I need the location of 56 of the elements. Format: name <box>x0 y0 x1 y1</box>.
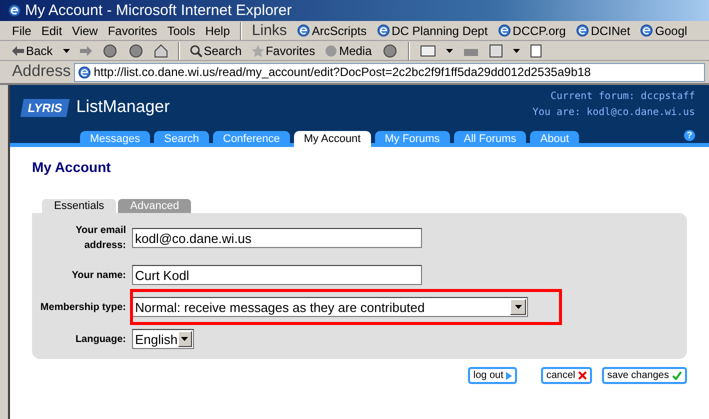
browser-icon <box>640 24 654 37</box>
field-label: Your email address: <box>74 224 126 253</box>
section-tab[interactable]: Essentials <box>42 199 116 213</box>
menu-item[interactable]: Tools <box>167 24 196 38</box>
product-name: ListManager <box>76 97 170 117</box>
link-button[interactable]: DCCP.org <box>498 24 566 38</box>
nav-tab[interactable]: My Account <box>294 131 371 147</box>
caret-icon <box>512 48 520 52</box>
caret-icon <box>514 305 522 309</box>
browser-icon <box>576 24 589 37</box>
caret-icon <box>446 48 453 52</box>
logo: LYRIS <box>20 99 70 117</box>
action-button[interactable]: log out <box>468 367 518 384</box>
menu-item[interactable]: Edit <box>41 24 62 38</box>
favorites-button[interactable]: Favorites <box>252 44 316 58</box>
text-field[interactable]: Curt Kodl <box>132 265 422 285</box>
dropdown[interactable]: Normal: receive messages as they are contributed <box>132 297 528 317</box>
arrow-left-icon <box>12 46 24 56</box>
home-icon[interactable] <box>154 44 168 58</box>
user-info: You are: kodl@co.dane.wi.us <box>532 106 695 120</box>
text-field[interactable]: kodl@co.dane.wi.us <box>132 228 422 248</box>
browser-icon <box>376 24 390 37</box>
dropdown[interactable]: English <box>132 329 194 349</box>
menu-item[interactable]: Help <box>205 24 230 38</box>
checkmark-icon <box>672 371 682 380</box>
link-button[interactable]: DC Planning Dept <box>376 24 488 38</box>
browser-icon <box>78 66 91 78</box>
browser-icon <box>8 4 21 17</box>
action-button[interactable]: cancel <box>541 367 592 384</box>
back-button[interactable]: Back <box>12 44 53 58</box>
action-button[interactable]: save changes <box>602 367 687 384</box>
address-label: Address <box>12 63 71 81</box>
close-icon <box>578 371 588 380</box>
window-title: My Account - Microsoft Internet Explorer <box>25 2 292 19</box>
star-icon <box>252 44 264 56</box>
links-label: Links <box>252 22 287 39</box>
browser-icon <box>296 24 310 37</box>
browser-icon <box>498 24 511 37</box>
menu-item[interactable]: Favorites <box>108 24 158 38</box>
arrow-right-icon <box>506 372 512 380</box>
link-button[interactable]: ArcScripts <box>296 24 367 38</box>
field-label: Language: <box>74 332 126 346</box>
current-forum: Current forum: dccpstaff <box>550 90 695 104</box>
page-heading: My Account <box>32 159 112 175</box>
menu-item[interactable]: File <box>12 24 32 38</box>
caret-icon <box>181 337 188 341</box>
caret-icon <box>62 48 70 52</box>
menu-item[interactable]: View <box>72 24 98 38</box>
link-button[interactable]: DCINet <box>576 24 630 38</box>
field-label: Your name: <box>70 268 126 282</box>
address-field[interactable]: http://list.co.dane.wi.us/read/my_account/edit?DocPost=2c2bc2f9f1ff5da29dd012d2535a9b18 <box>74 62 705 82</box>
field-label: Membership type: <box>39 300 126 314</box>
search-icon <box>190 44 202 56</box>
search-button[interactable]: Search <box>190 44 242 58</box>
media-button[interactable]: Media <box>325 44 372 58</box>
link-button[interactable]: Googl <box>640 24 688 38</box>
